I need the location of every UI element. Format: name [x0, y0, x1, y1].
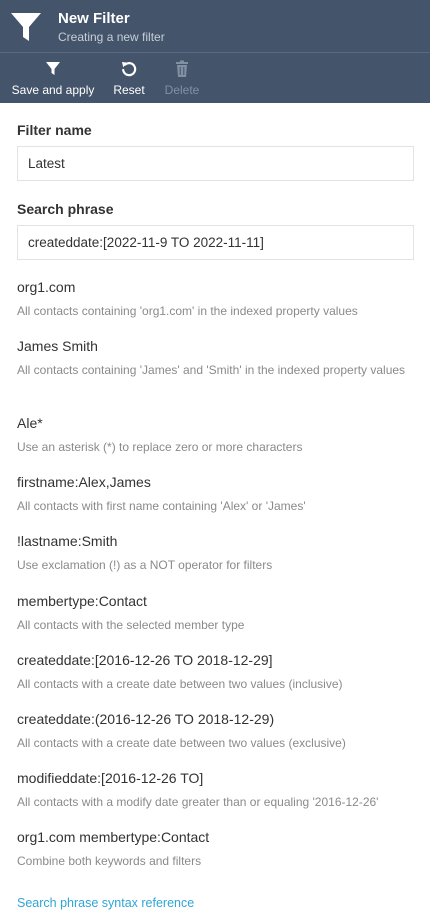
filter-name-input[interactable] — [17, 146, 414, 181]
trash-icon — [176, 60, 188, 77]
example-item: modifieddate:[2016-12-26 TO] All contact… — [17, 770, 414, 811]
example-phrase: createddate:[2016-12-26 TO 2018-12-29] — [17, 652, 273, 668]
example-item: Ale* Use an asterisk (*) to replace zero… — [17, 415, 414, 456]
filter-name-label: Filter name — [17, 122, 92, 138]
example-description: Combine both keywords and filters — [17, 854, 202, 868]
example-item: James Smith All contacts containing 'Jam… — [17, 338, 414, 379]
example-description: All contacts with a modify date greater … — [17, 795, 379, 809]
filter-icon — [46, 62, 60, 75]
reset-button[interactable]: Reset — [112, 59, 146, 99]
example-phrase: James Smith — [17, 338, 98, 354]
save-and-apply-label: Save and apply — [11, 83, 95, 97]
page-title: New Filter — [58, 10, 130, 27]
reset-label: Reset — [113, 83, 145, 97]
filter-icon — [10, 10, 42, 44]
example-phrase: org1.com — [17, 279, 76, 295]
example-description: All contacts with first name containing … — [17, 499, 306, 513]
example-phrase: !lastname:Smith — [17, 533, 118, 549]
example-item: createddate:[2016-12-26 TO 2018-12-29] A… — [17, 652, 414, 693]
syntax-reference-link[interactable]: Search phrase syntax reference — [17, 896, 194, 910]
page-subtitle: Creating a new filter — [58, 30, 165, 44]
header-bar: New Filter Creating a new filter Save an… — [0, 0, 430, 103]
example-description: All contacts with a create date between … — [17, 736, 346, 750]
example-item: membertype:Contact All contacts with the… — [17, 593, 414, 634]
example-phrase: org1.com membertype:Contact — [17, 829, 210, 845]
example-phrase: modifieddate:[2016-12-26 TO] — [17, 770, 204, 786]
example-description: Use an asterisk (*) to replace zero or m… — [17, 440, 303, 454]
example-description: All contacts containing 'James' and 'Smi… — [17, 363, 406, 377]
example-item: org1.com membertype:Contact Combine both… — [17, 829, 414, 870]
search-phrase-input[interactable] — [17, 225, 414, 260]
example-phrase: createddate:(2016-12-26 TO 2018-12-29) — [17, 711, 275, 727]
delete-button[interactable]: Delete — [163, 59, 201, 99]
example-phrase: firstname:Alex,James — [17, 474, 151, 490]
example-item: org1.com All contacts containing 'org1.c… — [17, 279, 414, 320]
example-description: Use exclamation (!) as a NOT operator fo… — [17, 558, 273, 572]
example-description: All contacts with the selected member ty… — [17, 618, 245, 632]
example-description: All contacts with a create date between … — [17, 677, 343, 691]
example-item: !lastname:Smith Use exclamation (!) as a… — [17, 533, 414, 574]
search-phrase-label: Search phrase — [17, 201, 114, 217]
example-description: All contacts containing 'org1.com' in th… — [17, 304, 358, 318]
undo-icon — [122, 62, 137, 77]
example-item: createddate:(2016-12-26 TO 2018-12-29) A… — [17, 711, 414, 752]
save-and-apply-button[interactable]: Save and apply — [11, 59, 95, 99]
title-row: New Filter Creating a new filter — [0, 0, 430, 52]
toolbar: Save and apply Reset Delete — [0, 53, 430, 103]
delete-label: Delete — [164, 83, 200, 97]
example-item: firstname:Alex,James All contacts with f… — [17, 474, 414, 515]
example-phrase: Ale* — [17, 415, 43, 431]
example-phrase: membertype:Contact — [17, 593, 147, 609]
